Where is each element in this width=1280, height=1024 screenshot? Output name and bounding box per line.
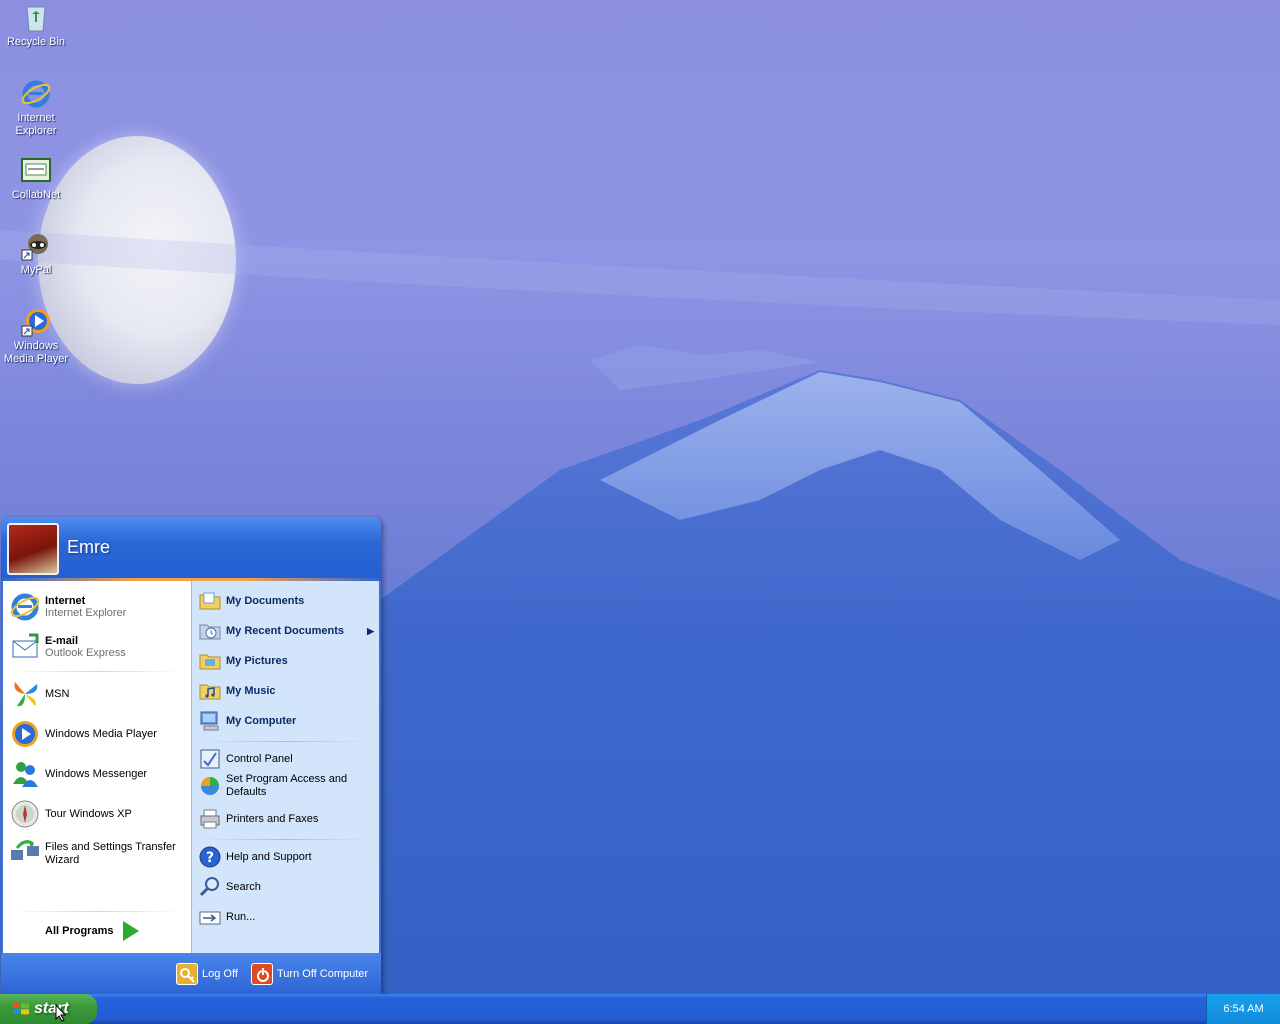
- system-printers-faxes[interactable]: Printers and Faxes: [198, 807, 318, 831]
- power-icon: [251, 963, 273, 985]
- outlook-express-icon: [9, 631, 41, 663]
- svg-text:?: ?: [206, 850, 214, 866]
- place-label: My Documents: [226, 595, 305, 607]
- computer-icon: [198, 709, 222, 733]
- start-menu-left-pane: Internet Internet Explorer E-mail Outloo…: [3, 581, 191, 953]
- taskbar: start 6:54 AM: [0, 994, 1280, 1024]
- desktop-icon-label: Windows Media Player: [3, 340, 69, 365]
- turn-off-label: Turn Off Computer: [277, 968, 369, 980]
- log-off-button[interactable]: Log Off: [176, 963, 238, 985]
- recent-item-windows-media-player[interactable]: Windows Media Player: [9, 718, 157, 750]
- start-menu-right-pane: My Documents My Recent Documents ▶ My Pi…: [191, 581, 379, 953]
- recycle-bin-icon: [20, 2, 52, 34]
- msn-icon: [9, 678, 41, 710]
- separator: [200, 839, 370, 840]
- separator: [200, 741, 370, 742]
- transfer-wizard-icon: [9, 838, 41, 870]
- help-label: Help and Support: [226, 851, 312, 863]
- help-icon: ?: [198, 845, 222, 869]
- recent-item-windows-messenger[interactable]: Windows Messenger: [9, 758, 147, 790]
- recent-item-label: Files and Settings Transfer Wizard: [45, 841, 176, 866]
- windows-messenger-icon: [9, 758, 41, 790]
- control-panel-icon: [198, 747, 222, 771]
- recent-item-msn[interactable]: MSN: [9, 678, 69, 710]
- separator: [13, 671, 183, 672]
- system-program-access[interactable]: Set Program Access and Defaults: [198, 773, 374, 799]
- windows-logo-icon: [12, 1001, 30, 1017]
- all-programs-button[interactable]: All Programs: [45, 921, 140, 941]
- folder-pictures-icon: [198, 649, 222, 673]
- program-defaults-icon: [198, 774, 222, 798]
- place-label: My Recent Documents: [226, 625, 344, 637]
- system-label: Set Program Access and Defaults: [226, 773, 348, 798]
- pinned-item-title: Internet: [45, 595, 86, 607]
- place-my-music[interactable]: My Music: [198, 679, 276, 703]
- recent-item-label: Windows Messenger: [45, 768, 148, 780]
- collabnet-icon: [20, 155, 52, 187]
- place-my-recent-documents[interactable]: My Recent Documents ▶: [198, 619, 374, 643]
- place-label: My Music: [226, 685, 276, 697]
- user-avatar[interactable]: [7, 523, 59, 575]
- mouse-cursor-icon: [55, 1004, 67, 1022]
- desktop-icon-label: CollabNet: [11, 189, 61, 201]
- start-menu-footer: Log Off Turn Off Computer: [1, 953, 381, 995]
- tour-windows-icon: [9, 798, 41, 830]
- search-icon: [198, 875, 222, 899]
- place-label: My Pictures: [226, 655, 288, 667]
- place-my-pictures[interactable]: My Pictures: [198, 649, 288, 673]
- system-control-panel[interactable]: Control Panel: [198, 747, 293, 771]
- recent-item-label: Windows Media Player: [45, 728, 157, 740]
- desktop-icon-label: Internet Explorer: [15, 112, 57, 137]
- start-menu: Emre Internet Internet Explorer E-mail O…: [1, 517, 381, 995]
- printer-icon: [198, 807, 222, 831]
- place-label: My Computer: [226, 715, 297, 727]
- mypal-icon: [20, 230, 52, 262]
- user-name: Emre: [67, 537, 111, 557]
- search[interactable]: Search: [198, 875, 261, 899]
- place-my-computer[interactable]: My Computer: [198, 709, 296, 733]
- pinned-item-subtitle: Outlook Express: [45, 647, 126, 659]
- run[interactable]: Run...: [198, 905, 255, 929]
- help-and-support[interactable]: ? Help and Support: [198, 845, 312, 869]
- folder-music-icon: [198, 679, 222, 703]
- pinned-item-title: E-mail: [45, 635, 79, 647]
- pinned-item-email[interactable]: E-mail Outlook Express: [9, 631, 126, 663]
- recent-item-files-transfer-wizard[interactable]: Files and Settings Transfer Wizard: [9, 838, 185, 870]
- pinned-item-subtitle: Internet Explorer: [45, 607, 127, 619]
- turn-off-button[interactable]: Turn Off Computer: [251, 963, 368, 985]
- clock[interactable]: 6:54 AM: [1223, 1003, 1263, 1015]
- desktop-icon-label: MyPal: [20, 264, 52, 276]
- system-label: Printers and Faxes: [226, 813, 319, 825]
- pinned-item-internet[interactable]: Internet Internet Explorer: [9, 591, 126, 623]
- recent-documents-icon: [198, 619, 222, 643]
- desktop-icon-recycle-bin[interactable]: Recycle Bin: [0, 2, 72, 49]
- start-button[interactable]: start: [0, 994, 97, 1024]
- separator: [13, 911, 183, 912]
- desktop-icon-windows-media-player[interactable]: Windows Media Player: [0, 306, 72, 366]
- system-tray: 6:54 AM: [1206, 994, 1280, 1024]
- folder-icon: [198, 589, 222, 613]
- desktop-icon-collabnet[interactable]: CollabNet: [0, 155, 72, 202]
- submenu-arrow-icon: ▶: [367, 625, 374, 636]
- desktop-icon-mypal[interactable]: MyPal: [0, 230, 72, 277]
- desktop-icon-label: Recycle Bin: [6, 36, 66, 48]
- internet-explorer-icon: [20, 78, 52, 110]
- recent-item-label: Tour Windows XP: [45, 808, 132, 820]
- log-off-label: Log Off: [202, 968, 238, 980]
- windows-media-player-icon: [9, 718, 41, 750]
- recent-item-label: MSN: [45, 688, 70, 700]
- place-my-documents[interactable]: My Documents: [198, 589, 304, 613]
- internet-explorer-icon: [9, 591, 41, 623]
- all-programs-label: All Programs: [45, 925, 114, 937]
- help-label: Run...: [226, 911, 256, 923]
- system-label: Control Panel: [226, 753, 293, 765]
- key-icon: [176, 963, 198, 985]
- windows-media-player-icon: [20, 306, 52, 338]
- run-icon: [198, 905, 222, 929]
- green-arrow-icon: [123, 921, 140, 941]
- recent-item-tour-windows-xp[interactable]: Tour Windows XP: [9, 798, 132, 830]
- desktop-icon-internet-explorer[interactable]: Internet Explorer: [0, 78, 72, 138]
- start-menu-header: Emre: [1, 517, 381, 581]
- help-label: Search: [226, 881, 261, 893]
